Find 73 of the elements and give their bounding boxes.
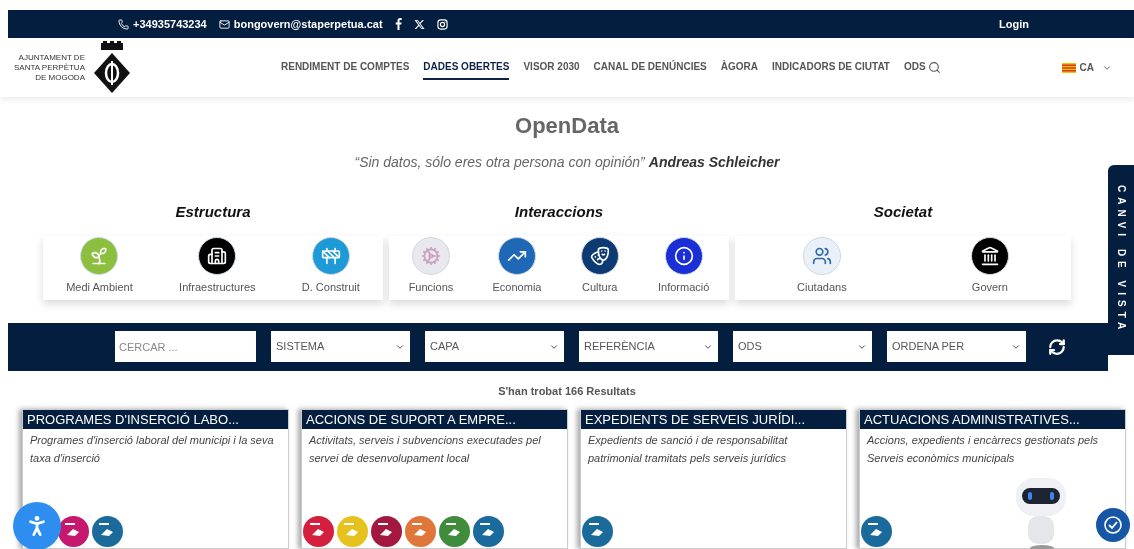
nav-link[interactable]: INDICADORS DE CIUTAT	[772, 55, 890, 80]
nav-link[interactable]: CANAL DE DENÚNCIES	[593, 55, 707, 80]
select-dropdown[interactable]: ODS	[733, 331, 872, 362]
logo-text: SANTA PERPÈTUA	[14, 62, 85, 73]
sdg-goal-icon[interactable]	[303, 516, 334, 547]
card-description: Expedients de sanció i de responsabilitat patrimonial tramitats pels serveis jurídics	[586, 433, 789, 466]
coat-of-arms-logo[interactable]	[93, 40, 131, 95]
sdg-goal-icon[interactable]	[58, 516, 89, 547]
accessibility-button[interactable]	[13, 502, 61, 549]
nav-link[interactable]: ÀGORA	[720, 55, 758, 80]
bank-icon[interactable]	[970, 237, 1009, 275]
info-icon[interactable]	[664, 237, 703, 275]
card-title[interactable]: PROGRAMES D'INSERCIÓ LABO...	[23, 410, 288, 429]
language-selector[interactable]: CA	[1079, 60, 1094, 75]
building-icon[interactable]	[198, 237, 237, 275]
select-dropdown[interactable]: SISTEMA	[271, 331, 410, 362]
category-label[interactable]: Medi Ambient	[66, 279, 133, 296]
dataset-card[interactable]: ACCIONS DE SUPORT A EMPRE... Activitats, serveis i subvencions executades pel servei de desenvolupament local	[301, 409, 568, 549]
group-heading: Societat	[873, 202, 933, 222]
sdg-goal-icon[interactable]	[439, 516, 470, 547]
dataset-card[interactable]: EXPEDIENTS DE SERVEIS JURÍDI... Expedients de sanció i de responsabilitat patrimonial tramitats pels serveis jurídics	[580, 409, 847, 549]
x-icon[interactable]	[413, 18, 425, 30]
dataset-card[interactable]: ACTUACIONS ADMINISTRATIVES... Accions, expedients i encàrrecs gestionats pels Serveis econòmics municipals	[859, 409, 1126, 549]
nav-link[interactable]: VISOR 2030	[523, 55, 580, 80]
quote-text: “Sin datos, sólo eres otra persona con opinión”	[354, 153, 645, 172]
logo-text: AJUNTAMENT DE	[18, 52, 85, 63]
facebook-icon[interactable]	[394, 18, 402, 30]
card-title[interactable]: ACCIONS DE SUPORT A EMPRE...	[302, 410, 567, 429]
sdg-goal-icon[interactable]	[473, 516, 504, 547]
phone-icon	[118, 18, 129, 30]
sdg-goal-icon[interactable]	[371, 516, 402, 547]
email-link[interactable]: bongovern@staperpetua.cat	[233, 15, 383, 33]
card-title[interactable]: ACTUACIONS ADMINISTRATIVES...	[860, 410, 1125, 429]
group-heading: Estructura	[175, 202, 251, 222]
theater-masks-icon[interactable]	[580, 237, 619, 275]
mail-icon	[218, 18, 230, 30]
card-description: Accions, expedients i encàrrecs gestionats pels Serveis econòmics municipals	[865, 433, 1100, 466]
logo-text: DE MOGODA	[35, 72, 85, 83]
category-label[interactable]: Cultura	[582, 279, 618, 296]
results-count: S'han trobat 166 Resultats	[498, 383, 636, 399]
select-dropdown[interactable]: CAPA	[425, 331, 564, 362]
search-icon[interactable]	[927, 61, 941, 74]
card-title[interactable]: EXPEDIENTS DE SERVEIS JURÍDI...	[581, 410, 846, 429]
nav-link[interactable]: DADES OBERTES	[423, 55, 510, 80]
card-description: Programes d'inserció laboral del municipi i la seva taxa d'inserció	[29, 433, 275, 466]
search-field[interactable]: CERCAR ...	[115, 331, 256, 362]
group-heading: Interaccions	[514, 202, 604, 222]
category-label[interactable]: Funcions	[408, 279, 454, 296]
category-label[interactable]: Infraestructures	[179, 279, 256, 296]
quote-author: Andreas Schleicher	[648, 153, 780, 172]
card-description: Activitats, serveis i subvencions executades pel servei de desenvolupament local	[307, 433, 542, 466]
flag-icon	[1061, 62, 1076, 73]
nav-link[interactable]: RENDIMENT DE COMPTES	[281, 55, 410, 80]
category-label[interactable]: Ciutadans	[797, 279, 847, 296]
people-icon[interactable]	[802, 237, 841, 275]
page-title: OpenData	[515, 112, 619, 140]
sdg-goal-icon[interactable]	[92, 516, 123, 547]
select-dropdown[interactable]: REFERÈNCIA	[579, 331, 718, 362]
dataset-card[interactable]: PROGRAMES D'INSERCIÓ LABO... Programes d'inserció laboral del municipi i la seva taxa d'inserció	[22, 409, 289, 549]
nav-link[interactable]: ODS	[904, 55, 926, 80]
select-dropdown[interactable]: ORDENA PER	[887, 331, 1026, 362]
login-link[interactable]: Login	[999, 15, 1029, 33]
sdg-goal-icon[interactable]	[861, 516, 892, 547]
sdg-goal-icon[interactable]	[582, 516, 613, 547]
refresh-icon[interactable]	[1048, 337, 1066, 356]
side-tab[interactable]: CANVI DE VISTA	[1108, 165, 1134, 355]
category-label[interactable]: Informació	[658, 279, 710, 296]
category-label[interactable]: D. Construit	[301, 279, 360, 296]
chart-icon[interactable]	[498, 237, 536, 275]
phone-number[interactable]: +34935743234	[133, 15, 207, 33]
instagram-icon[interactable]	[436, 18, 448, 30]
category-label[interactable]: Economia	[492, 279, 542, 296]
category-label[interactable]: Govern	[971, 279, 1008, 296]
